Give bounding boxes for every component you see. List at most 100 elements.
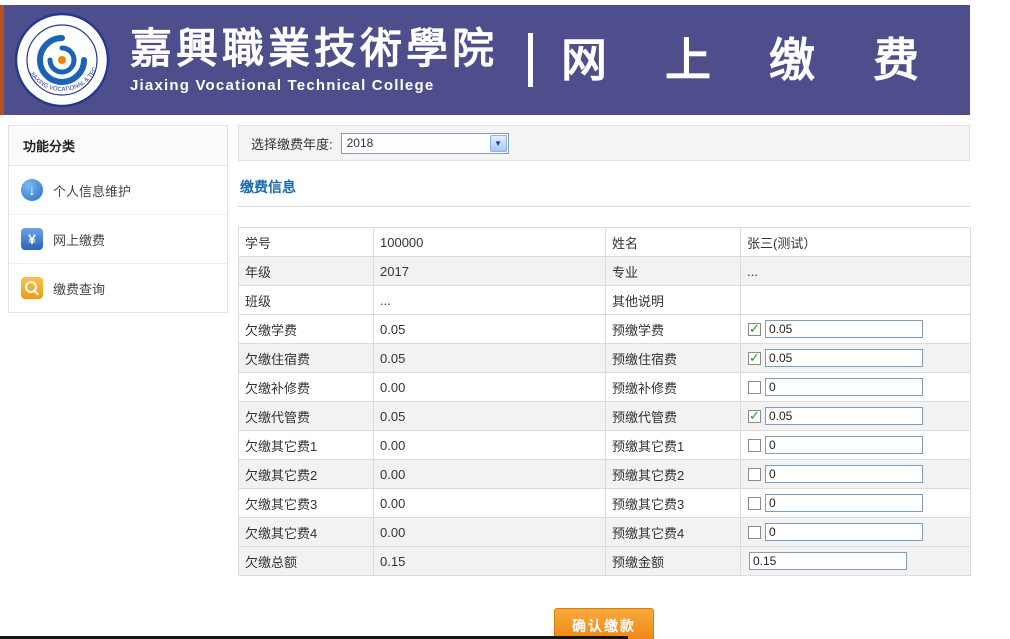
table-row: 班级...其他说明 (239, 286, 971, 315)
row-value-cell (741, 286, 971, 315)
row-label: 欠缴学费 (239, 315, 374, 344)
school-logo: JIAXING VOCATIONAL & TECHNICAL COLLEGE (14, 12, 110, 108)
row-value-cell (741, 344, 971, 373)
row-value: 0.05 (374, 315, 606, 344)
row-value-cell (741, 431, 971, 460)
row-label: 姓名 (606, 228, 741, 257)
table-row: 学号100000姓名张三(测试） (239, 228, 971, 257)
row-label: 预缴其它费3 (606, 489, 741, 518)
sidebar-item-label: 网上缴费 (53, 230, 105, 249)
prepay-checkbox[interactable] (748, 352, 761, 365)
table-row: 欠缴其它费10.00预缴其它费1 (239, 431, 971, 460)
school-name-block: 嘉興職業技術學院 Jiaxing Vocational Technical Co… (130, 26, 498, 94)
payment-query-icon (21, 277, 43, 299)
row-label: 预缴代管费 (606, 402, 741, 431)
sidebar-item-label: 缴费查询 (53, 279, 105, 298)
sidebar-item-1[interactable]: 个人信息维护 (9, 166, 227, 215)
prepay-amount-input[interactable] (765, 465, 923, 483)
online-payment-page: JIAXING VOCATIONAL & TECHNICAL COLLEGE 嘉… (0, 0, 1010, 639)
confirm-payment-button[interactable]: 确认缴款 (554, 608, 654, 639)
row-value-cell (741, 460, 971, 489)
sidebar-item-2[interactable]: 网上缴费 (9, 215, 227, 264)
row-value: 0.15 (374, 547, 606, 576)
row-label: 欠缴总额 (239, 547, 374, 576)
row-label: 预缴补修费 (606, 373, 741, 402)
row-value-cell: ... (741, 257, 971, 286)
table-row: 欠缴补修费0.00预缴补修费 (239, 373, 971, 402)
row-label: 学号 (239, 228, 374, 257)
row-value-cell (741, 315, 971, 344)
prepay-checkbox[interactable] (748, 468, 761, 481)
school-name-cn: 嘉興職業技術學院 (130, 26, 498, 72)
row-label: 预缴其它费4 (606, 518, 741, 547)
prepay-checkbox[interactable] (748, 526, 761, 539)
prepay-amount-input[interactable] (765, 436, 923, 454)
prepay-checkbox[interactable] (748, 323, 761, 336)
prepay-amount-input[interactable] (765, 523, 923, 541)
row-label: 班级 (239, 286, 374, 315)
payment-year-label: 选择缴费年度: (251, 134, 333, 153)
table-row: 欠缴其它费30.00预缴其它费3 (239, 489, 971, 518)
row-label: 预缴金额 (606, 547, 741, 576)
row-label: 预缴其它费1 (606, 431, 741, 460)
row-value: 2017 (374, 257, 606, 286)
year-select[interactable]: 2018 ▼ (341, 133, 509, 154)
row-value-cell (741, 402, 971, 431)
table-row: 欠缴学费0.05预缴学费 (239, 315, 971, 344)
row-label: 欠缴其它费1 (239, 431, 374, 460)
row-value-cell (741, 518, 971, 547)
button-row: 确认缴款 (238, 608, 970, 639)
row-value: 100000 (374, 228, 606, 257)
row-value: 0.05 (374, 402, 606, 431)
row-value: 0.00 (374, 431, 606, 460)
main-panel: 选择缴费年度: 2018 ▼ 缴费信息 学号100000姓名张三(测试）年级20… (238, 125, 970, 639)
row-label: 预缴其它费2 (606, 460, 741, 489)
row-label: 专业 (606, 257, 741, 286)
row-value-cell (741, 547, 971, 576)
content-area: 功能分类 个人信息维护网上缴费缴费查询 选择缴费年度: 2018 ▼ 缴费信息 … (8, 125, 970, 639)
row-value: 0.00 (374, 460, 606, 489)
table-row: 欠缴其它费40.00预缴其它费4 (239, 518, 971, 547)
row-value-cell: 张三(测试） (741, 228, 971, 257)
row-value: 0.05 (374, 344, 606, 373)
online-payment-icon (21, 228, 43, 250)
sidebar: 功能分类 个人信息维护网上缴费缴费查询 (8, 125, 228, 313)
table-row: 年级2017专业... (239, 257, 971, 286)
prepay-checkbox[interactable] (748, 381, 761, 394)
row-label: 预缴住宿费 (606, 344, 741, 373)
row-label: 预缴学费 (606, 315, 741, 344)
prepay-checkbox[interactable] (748, 439, 761, 452)
prepay-amount-input[interactable] (765, 407, 923, 425)
user-info-icon (21, 179, 43, 201)
row-label: 欠缴住宿费 (239, 344, 374, 373)
row-label: 欠缴其它费3 (239, 489, 374, 518)
section-title-payment-info: 缴费信息 (240, 179, 296, 195)
sidebar-item-label: 个人信息维护 (53, 181, 131, 200)
row-label: 欠缴其它费4 (239, 518, 374, 547)
sidebar-item-3[interactable]: 缴费查询 (9, 264, 227, 312)
table-row: 欠缴住宿费0.05预缴住宿费 (239, 344, 971, 373)
row-label: 欠缴代管费 (239, 402, 374, 431)
year-select-value: 2018 (347, 136, 374, 150)
table-row: 欠缴其它费20.00预缴其它费2 (239, 460, 971, 489)
sidebar-title: 功能分类 (9, 126, 227, 166)
row-label: 欠缴其它费2 (239, 460, 374, 489)
prepay-amount-input[interactable] (765, 494, 923, 512)
prepay-checkbox[interactable] (748, 410, 761, 423)
row-label: 欠缴补修费 (239, 373, 374, 402)
prepay-amount-input[interactable] (765, 349, 923, 367)
sidebar-item-list: 个人信息维护网上缴费缴费查询 (9, 166, 227, 312)
prepay-checkbox[interactable] (748, 497, 761, 510)
school-name-en: Jiaxing Vocational Technical College (130, 77, 498, 94)
site-header: JIAXING VOCATIONAL & TECHNICAL COLLEGE 嘉… (0, 5, 970, 115)
chevron-down-icon: ▼ (490, 135, 507, 152)
row-label: 年级 (239, 257, 374, 286)
section-head: 缴费信息 (238, 161, 970, 207)
row-value: ... (374, 286, 606, 315)
site-title: 网上缴费 (561, 37, 977, 83)
prepay-amount-input[interactable] (765, 378, 923, 396)
prepay-amount-input[interactable] (765, 320, 923, 338)
row-value: 0.00 (374, 489, 606, 518)
table-row: 欠缴总额0.15预缴金额 (239, 547, 971, 576)
prepay-amount-input[interactable] (749, 552, 907, 570)
